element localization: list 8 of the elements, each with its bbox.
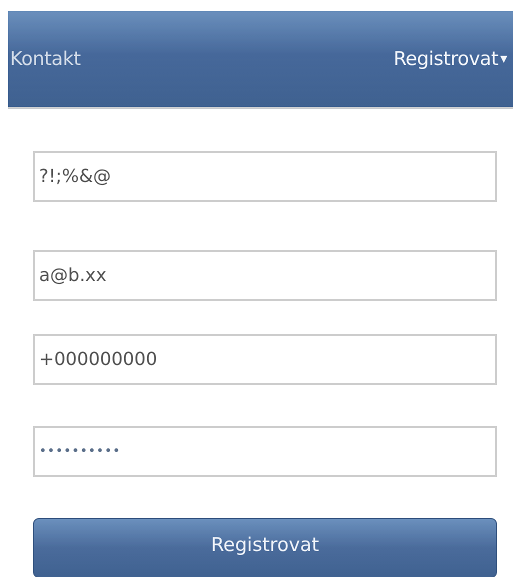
name-field[interactable]: ?!;%&@ <box>33 151 497 202</box>
contact-link[interactable]: Kontakt <box>8 48 83 70</box>
email-field[interactable]: a@b.xx <box>33 250 497 301</box>
phone-field[interactable]: +000000000 <box>33 334 497 385</box>
password-field[interactable]: •••••••••• <box>33 426 497 477</box>
register-button[interactable]: Registrovat <box>33 518 497 577</box>
register-dropdown[interactable]: Registrovat▾ <box>391 48 513 70</box>
caret-icon: ▾ <box>500 51 507 67</box>
